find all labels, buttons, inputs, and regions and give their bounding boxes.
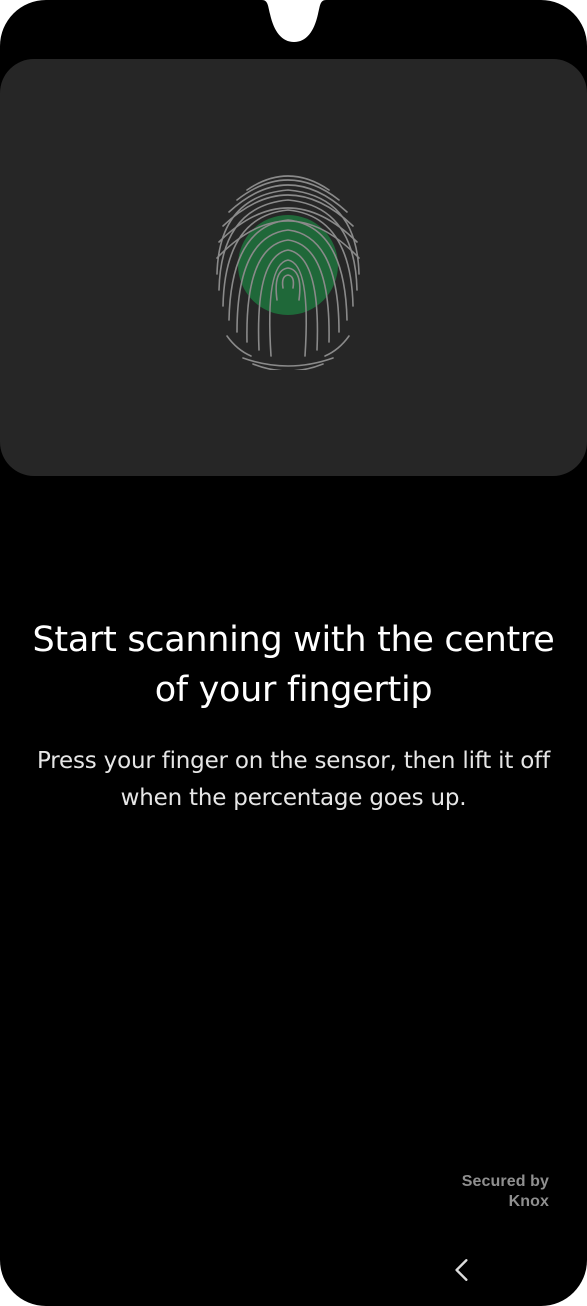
chevron-left-icon (455, 1259, 468, 1281)
instruction-title: Start scanning with the centre of your f… (32, 620, 555, 710)
back-button[interactable] (440, 1248, 484, 1292)
instruction-description: Press your finger on the sensor, then li… (37, 748, 550, 811)
secured-by-knox-badge: Secured by Knox (462, 1172, 549, 1212)
secured-by-label: Secured by (461, 1173, 549, 1190)
knox-brand-label: Knox (508, 1193, 549, 1210)
fingerprint-scan-panel (0, 59, 587, 476)
screen: Start scanning with the centre of your f… (0, 0, 587, 1306)
camera-notch (262, 0, 326, 42)
fingerprint-icon (216, 175, 360, 370)
